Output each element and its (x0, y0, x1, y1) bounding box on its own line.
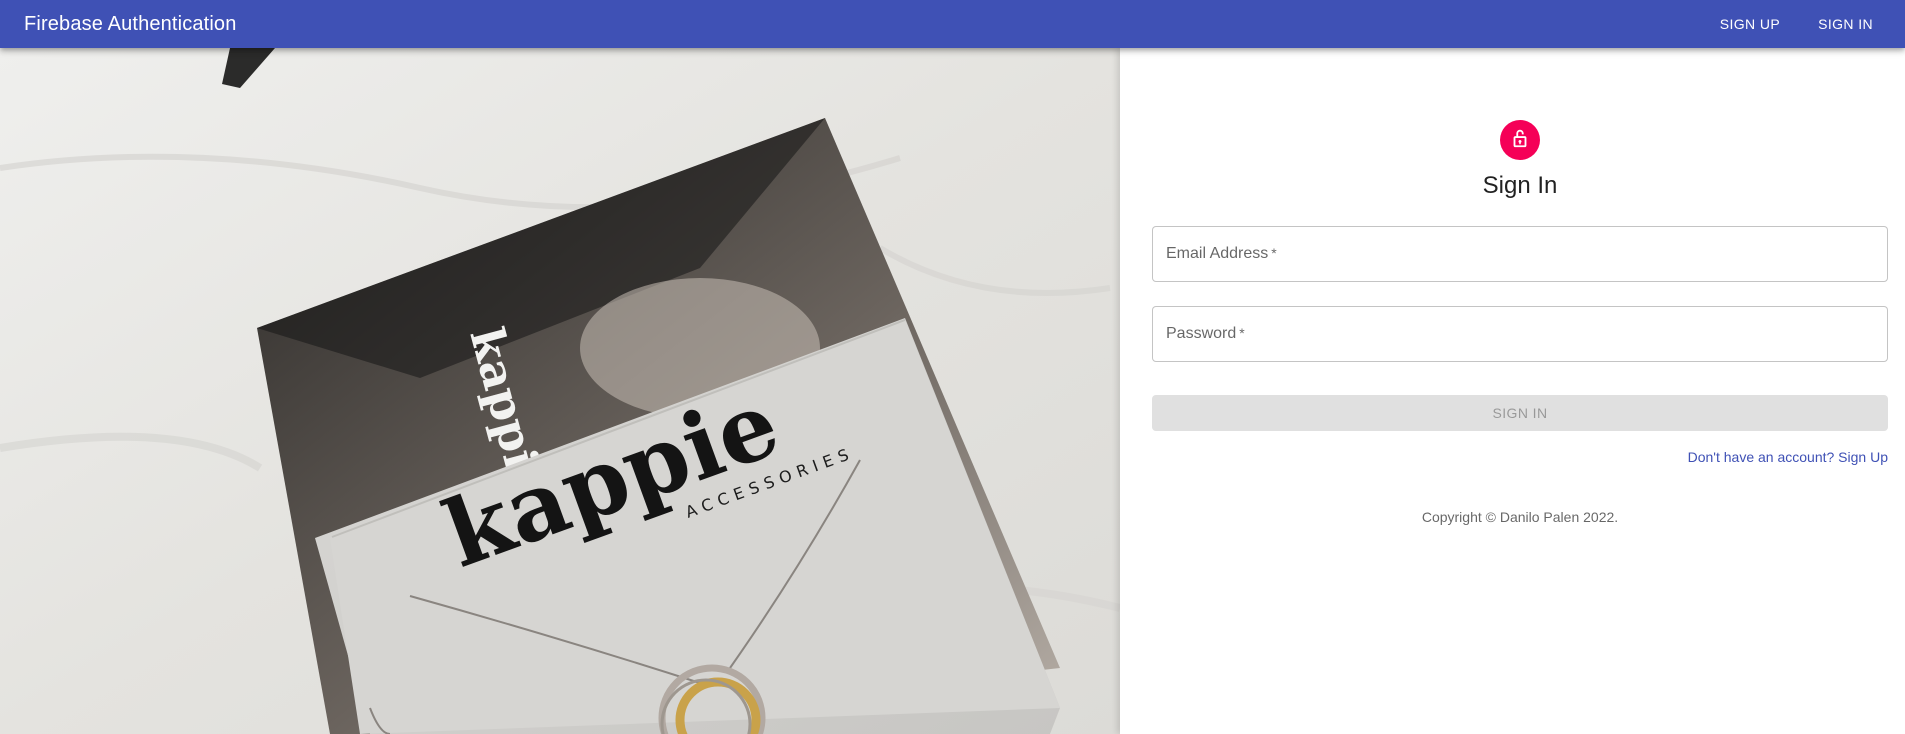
sign-in-panel: Sign In Email Address * Password * SIGN IN… (1120, 48, 1905, 734)
sign-in-button[interactable]: SIGN IN (1152, 395, 1888, 431)
sign-in-form: Sign In Email Address * Password * SIGN IN… (1152, 120, 1888, 525)
lock-avatar (1500, 120, 1540, 160)
product-photo: kappie kappie ACCESSORIES (0, 48, 1120, 734)
email-input[interactable] (1153, 227, 1887, 281)
email-field[interactable]: Email Address * (1152, 226, 1888, 282)
hero-image: kappie kappie ACCESSORIES (0, 48, 1120, 734)
signup-link-row: Don't have an account? Sign Up (1152, 449, 1888, 465)
page-title: Sign In (1482, 172, 1558, 199)
top-nav: SIGN UP SIGN IN (1690, 10, 1881, 38)
nav-sign-up-link[interactable]: SIGN UP (1712, 10, 1788, 38)
nav-sign-in-link[interactable]: SIGN IN (1810, 10, 1881, 38)
lock-icon (1509, 127, 1531, 154)
app-bar: Firebase Authentication SIGN UP SIGN IN (0, 0, 1905, 48)
password-field[interactable]: Password * (1152, 306, 1888, 362)
copyright-text: Copyright © Danilo Palen 2022. (1421, 509, 1619, 525)
app-title: Firebase Authentication (24, 12, 237, 35)
sign-up-link[interactable]: Don't have an account? Sign Up (1688, 449, 1888, 465)
password-input[interactable] (1153, 307, 1887, 361)
